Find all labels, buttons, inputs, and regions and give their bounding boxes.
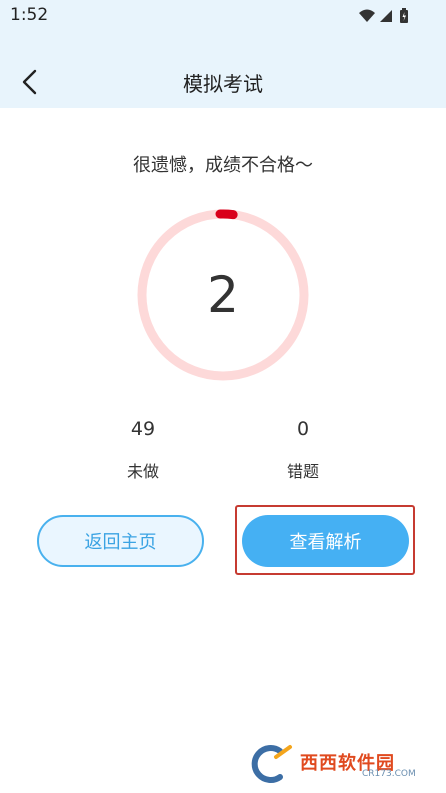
wrong-count: 0 [296, 418, 310, 440]
stat-undone: 49 未做 [103, 418, 183, 482]
score-ring-progress [215, 209, 238, 220]
page-title: 模拟考试 [183, 72, 263, 96]
undone-count: 49 [130, 418, 156, 440]
status-time: 1:52 [10, 5, 49, 25]
return-home-button[interactable]: 返回主页 [37, 515, 204, 567]
result-message: 很遗憾，成绩不合格～ [133, 155, 313, 176]
undone-label: 未做 [126, 462, 159, 481]
watermark: 西西软件园 CR173.COM [250, 743, 432, 785]
view-analysis-button[interactable]: 查看解析 [242, 515, 409, 567]
watermark-logo-icon [251, 745, 292, 783]
status-bar: 1:52 [0, 0, 446, 32]
watermark-url: CR173.COM [362, 769, 416, 779]
cellular-signal-icon [380, 10, 392, 22]
stat-wrong[interactable]: 0 错题 [263, 418, 343, 482]
status-icons [359, 8, 408, 23]
wifi-icon [359, 9, 375, 22]
battery-icon [400, 8, 408, 23]
score-value: 2 [207, 266, 239, 324]
wrong-label: 错题 [286, 462, 319, 481]
